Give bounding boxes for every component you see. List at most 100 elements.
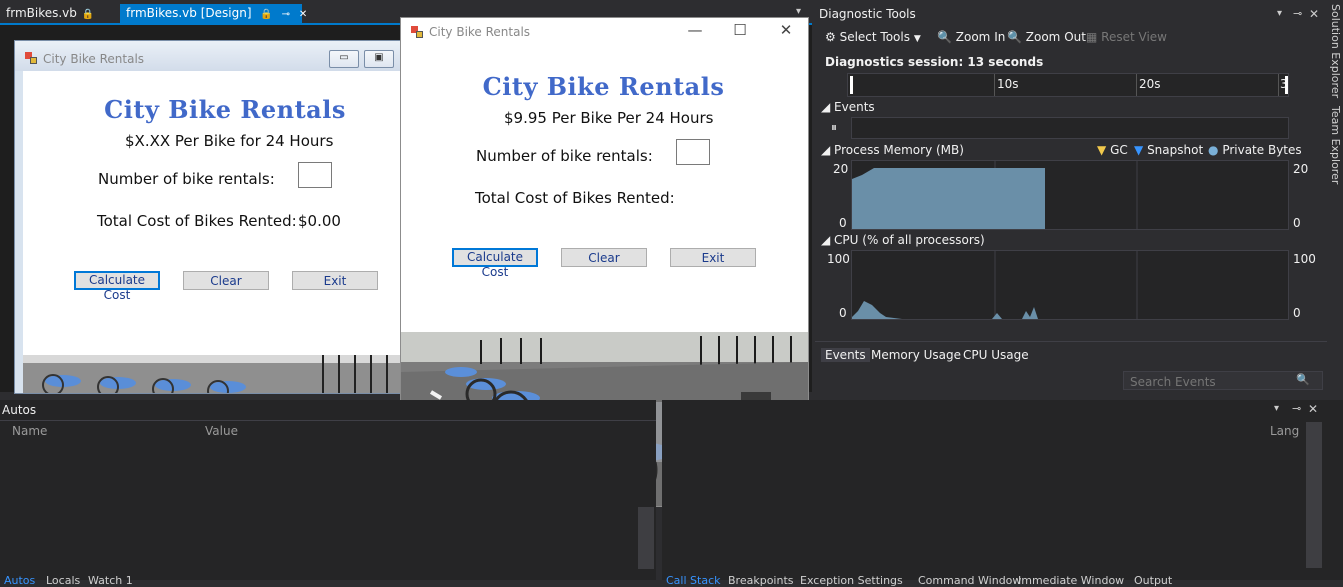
tab-command-window[interactable]: Command Window	[918, 574, 1021, 587]
rentals-label: Number of bike rentals:	[476, 147, 653, 165]
select-tools-button[interactable]: ⚙ Select Tools ▼	[825, 30, 921, 44]
design-form[interactable]: City Bike Rentals ▭ ▣ City Bike Rentals …	[14, 40, 436, 394]
tab-cpu-usage[interactable]: CPU Usage	[963, 348, 1029, 362]
pin-icon[interactable]: ⊸	[1293, 7, 1302, 20]
side-tool-strip: Solution Explorer Team Explorer	[1328, 0, 1343, 400]
pin-icon[interactable]: ⊸	[282, 9, 290, 20]
maximize-button[interactable]: ☐	[717, 21, 763, 39]
calculate-cost-button[interactable]: Calculate Cost	[452, 248, 538, 279]
zoom-in-button[interactable]: 🔍 Zoom In	[937, 30, 1005, 44]
zoom-out-label: Zoom Out	[1025, 30, 1086, 44]
maximize-button[interactable]: ▣	[364, 50, 394, 68]
tab-frmbikes-vb[interactable]: frmBikes.vb 🔒	[0, 4, 100, 23]
minimize-button[interactable]: ▭	[329, 50, 359, 68]
memory-title: Process Memory (MB)	[834, 143, 964, 157]
tab-output[interactable]: Output	[1134, 574, 1172, 587]
clear-button[interactable]: Clear	[183, 271, 269, 290]
tab-solution-explorer[interactable]: Solution Explorer	[1329, 4, 1342, 98]
ruler-start-handle[interactable]	[850, 76, 853, 94]
price-label: $9.95 Per Bike Per 24 Hours	[504, 109, 714, 127]
legend-private-bytes: ● Private Bytes	[1208, 143, 1302, 157]
diagnostic-title: Diagnostic Tools	[819, 7, 916, 21]
tab-events[interactable]: Events	[821, 348, 870, 362]
pause-icon[interactable]: ⏸	[831, 120, 837, 135]
search-icon[interactable]: 🔍	[1296, 373, 1310, 386]
cpu-section-header[interactable]: ◢ CPU (% of all processors)	[821, 233, 985, 247]
design-form-client: City Bike Rentals $X.XX Per Bike for 24 …	[23, 71, 435, 393]
tab-label: frmBikes.vb [Design]	[126, 6, 252, 20]
close-icon[interactable]: ✕	[299, 9, 307, 20]
ruler-tick	[1136, 74, 1137, 96]
events-section-header[interactable]: ◢ Events	[821, 100, 875, 114]
timeline-ruler[interactable]: 10s 20s 3	[847, 73, 1289, 97]
rentals-label: Number of bike rentals:	[98, 170, 275, 188]
tab-memory-usage[interactable]: Memory Usage	[871, 348, 961, 362]
autos-panel: Autos Name Value Autos Locals Watch 1	[0, 400, 656, 587]
bike-photo	[23, 355, 435, 393]
lock-icon: 🔒	[81, 9, 95, 20]
gc-marker-icon: ▼	[1097, 143, 1107, 157]
gear-icon: ⚙	[825, 30, 836, 44]
search-events-box[interactable]: 🔍	[1123, 371, 1323, 390]
panel-dropdown-icon[interactable]: ▾	[1277, 8, 1282, 19]
calculate-cost-button[interactable]: Calculate Cost	[74, 271, 160, 302]
tab-immediate-window[interactable]: Immediate Window	[1018, 574, 1124, 587]
close-button[interactable]: ✕	[763, 21, 808, 39]
column-name[interactable]: Name	[12, 424, 47, 438]
minimize-button[interactable]: —	[672, 21, 718, 39]
rentals-input[interactable]	[298, 162, 332, 188]
legend-snapshot: ▼ Snapshot	[1134, 143, 1203, 157]
panel-dropdown-icon[interactable]: ▾	[1274, 403, 1279, 414]
exit-button[interactable]: Exit	[292, 271, 378, 290]
tab-team-explorer[interactable]: Team Explorer	[1329, 106, 1342, 184]
ruler-end-handle[interactable]	[1285, 76, 1288, 94]
cpu-y-min-right: 0	[1293, 306, 1301, 320]
reset-view-button[interactable]: ▦ Reset View	[1086, 30, 1167, 44]
tab-locals[interactable]: Locals	[46, 574, 80, 587]
clear-button[interactable]: Clear	[561, 248, 647, 267]
reset-view-icon: ▦	[1086, 30, 1098, 44]
tabs-dropdown-icon[interactable]: ▾	[796, 6, 801, 17]
close-icon[interactable]: ✕	[1308, 402, 1318, 416]
memory-y-max-left: 20	[833, 162, 849, 176]
zoom-out-button[interactable]: 🔍 Zoom Out	[1007, 30, 1086, 44]
private-bytes-marker-icon: ●	[1208, 143, 1219, 157]
tab-label: frmBikes.vb	[6, 6, 77, 20]
right-scrollbar[interactable]	[1306, 422, 1322, 568]
memory-graph[interactable]	[851, 160, 1289, 230]
cpu-graph[interactable]	[851, 250, 1289, 320]
cpu-title: CPU (% of all processors)	[834, 233, 985, 247]
events-track[interactable]	[851, 117, 1289, 139]
cpu-y-max-right: 100	[1293, 252, 1316, 266]
autos-scrollbar[interactable]	[638, 507, 654, 569]
memory-section-header[interactable]: ◢ Process Memory (MB)	[821, 143, 964, 157]
column-language[interactable]: Lang	[1270, 424, 1299, 438]
session-label: Diagnostics session: 13 seconds	[825, 55, 1044, 69]
ruler-tick-label: 20s	[1139, 77, 1161, 91]
ruler-tick	[1278, 74, 1279, 96]
memory-area	[852, 168, 1045, 229]
cpu-area	[852, 301, 1045, 319]
tab-frmbikes-design[interactable]: frmBikes.vb [Design] 🔒 ⊸ ✕	[120, 4, 307, 23]
rentals-input[interactable]	[676, 139, 710, 165]
tab-watch-1[interactable]: Watch 1	[88, 574, 133, 587]
search-events-input[interactable]	[1128, 373, 1292, 390]
divider	[815, 341, 1327, 342]
cpu-y-min-left: 0	[839, 306, 847, 320]
tab-breakpoints[interactable]: Breakpoints	[728, 574, 794, 587]
window-title: City Bike Rentals	[429, 25, 531, 39]
memory-y-min-right: 0	[1293, 216, 1301, 230]
memory-y-max-right: 20	[1293, 162, 1309, 176]
exit-button[interactable]: Exit	[670, 248, 756, 267]
tab-call-stack[interactable]: Call Stack	[666, 574, 720, 587]
lock-icon: 🔒	[260, 9, 273, 20]
close-icon[interactable]: ✕	[1309, 7, 1319, 21]
form-heading: City Bike Rentals	[482, 72, 725, 101]
tab-autos[interactable]: Autos	[4, 574, 35, 587]
column-value[interactable]: Value	[205, 424, 238, 438]
tab-exception-settings[interactable]: Exception Settings	[800, 574, 903, 587]
app-icon	[25, 52, 37, 64]
zoom-in-icon: 🔍	[937, 30, 952, 44]
pin-icon[interactable]: ⊸	[1292, 402, 1301, 415]
zoom-in-label: Zoom In	[955, 30, 1006, 44]
